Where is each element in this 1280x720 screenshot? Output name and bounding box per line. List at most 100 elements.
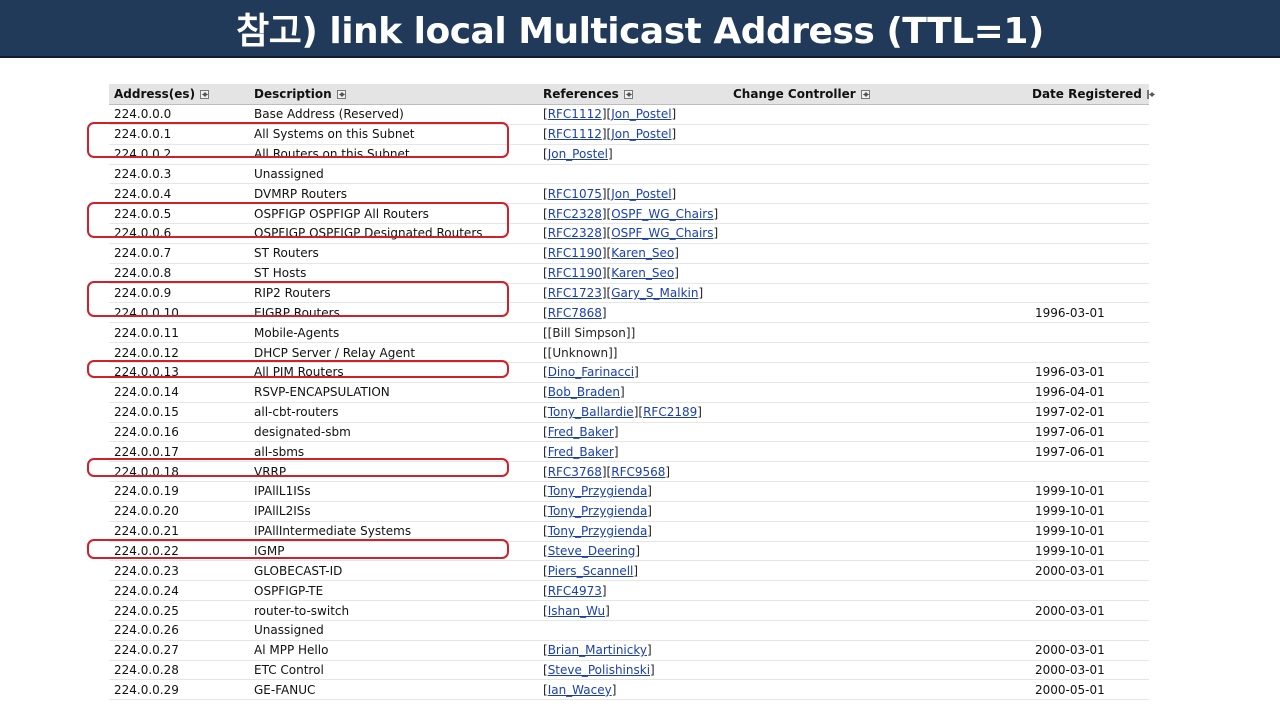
description-cell: EIGRP Routers bbox=[254, 305, 340, 320]
reference-link[interactable]: Tony_Przygienda bbox=[548, 484, 648, 498]
reference-link[interactable]: Tony_Ballardie bbox=[548, 405, 634, 419]
reference-link[interactable]: Brian_Martinicky bbox=[548, 643, 647, 657]
references-cell: [Ian_Wacey] bbox=[543, 682, 617, 697]
reference-link[interactable]: Steve_Polishinski bbox=[548, 663, 650, 677]
reference-link[interactable]: RFC1190 bbox=[548, 246, 602, 260]
table-row: 224.0.0.20 IPAllL2ISs [Tony_Przygienda] 199… bbox=[109, 502, 1149, 522]
reference-link[interactable]: OSPF_WG_Chairs bbox=[611, 226, 713, 240]
date-cell: 2000-03-01 bbox=[1035, 563, 1105, 578]
reference-link[interactable]: Tony_Przygienda bbox=[548, 504, 648, 518]
references-cell: [Dino_Farinacci] bbox=[543, 365, 639, 380]
table-header: Address(es) Description References Chang… bbox=[109, 84, 1156, 105]
sort-icon[interactable] bbox=[860, 89, 870, 99]
table-row: 224.0.0.5 OSPFIGP OSPFIGP All Routers [RFC… bbox=[109, 204, 1149, 225]
reference-link[interactable]: RFC4973 bbox=[548, 584, 602, 598]
reference-link[interactable]: RFC2189 bbox=[643, 405, 697, 419]
references-cell: [Tony_Przygienda] bbox=[543, 484, 652, 499]
references-cell: [Steve_Deering] bbox=[543, 543, 641, 558]
address-cell: 224.0.0.21 bbox=[114, 524, 179, 539]
address-cell: 224.0.0.12 bbox=[114, 345, 179, 360]
description-cell: Al MPP Hello bbox=[254, 643, 329, 658]
header-references[interactable]: References bbox=[543, 87, 733, 101]
description-cell: OSPFIGP-TE bbox=[254, 583, 324, 598]
date-cell: 1999-10-01 bbox=[1035, 484, 1105, 499]
description-cell: all-sbms bbox=[254, 444, 305, 459]
reference-link[interactable]: Karen_Seo bbox=[611, 266, 674, 280]
date-cell: 2000-05-01 bbox=[1035, 682, 1105, 697]
address-cell: 224.0.0.29 bbox=[114, 682, 179, 697]
header-address[interactable]: Address(es) bbox=[109, 87, 254, 101]
description-cell: all-cbt-routers bbox=[254, 405, 339, 420]
sort-icon[interactable] bbox=[1146, 89, 1156, 99]
description-cell: Mobile-Agents bbox=[254, 325, 340, 340]
reference-link[interactable]: Jon_Postel bbox=[611, 107, 671, 121]
sort-icon[interactable] bbox=[200, 89, 210, 99]
address-cell: 224.0.0.20 bbox=[114, 504, 179, 519]
reference-link[interactable]: RFC3768 bbox=[548, 465, 602, 479]
reference-link[interactable]: RFC1190 bbox=[548, 266, 602, 280]
reference-link[interactable]: RFC1075 bbox=[548, 187, 602, 201]
table-row: 224.0.0.12 DHCP Server / Relay Agent [[Unk… bbox=[109, 343, 1149, 363]
address-cell: 224.0.0.3 bbox=[114, 166, 172, 181]
table-row: 224.0.0.16 designated-sbm [Fred_Baker] 1997… bbox=[109, 423, 1149, 443]
date-cell: 1999-10-01 bbox=[1035, 524, 1105, 539]
references-cell: [RFC7868] bbox=[543, 305, 607, 320]
references-cell: [RFC1112][Jon_Postel] bbox=[543, 107, 677, 122]
reference-link[interactable]: RFC1112 bbox=[548, 107, 602, 121]
reference-link[interactable]: Dino_Farinacci bbox=[548, 365, 634, 379]
description-cell: IGMP bbox=[254, 543, 285, 558]
header-change-controller[interactable]: Change Controller bbox=[733, 87, 1032, 101]
references-cell: [RFC1112][Jon_Postel] bbox=[543, 127, 677, 142]
header-description[interactable]: Description bbox=[254, 87, 543, 101]
reference-link[interactable]: Bob_Braden bbox=[548, 385, 620, 399]
reference-link[interactable]: OSPF_WG_Chairs bbox=[611, 207, 713, 221]
reference-link[interactable]: Ian_Wacey bbox=[548, 683, 612, 697]
date-cell: 1996-04-01 bbox=[1035, 385, 1105, 400]
date-cell: 2000-03-01 bbox=[1035, 663, 1105, 678]
sort-icon[interactable] bbox=[623, 89, 633, 99]
table-row: 224.0.0.3 Unassigned bbox=[109, 165, 1149, 185]
description-cell: ST Routers bbox=[254, 246, 319, 261]
reference-link[interactable]: RFC1723 bbox=[548, 286, 602, 300]
reference-link[interactable]: Jon_Postel bbox=[611, 187, 671, 201]
slide-title: 참고) link local Multicast Address (TTL=1) bbox=[236, 11, 1044, 52]
reference-link[interactable]: RFC2328 bbox=[548, 226, 602, 240]
table-row: 224.0.0.8 ST Hosts [RFC1190][Karen_Seo] bbox=[109, 264, 1149, 284]
reference-link[interactable]: Gary_S_Malkin bbox=[611, 286, 698, 300]
header-date-registered[interactable]: Date Registered bbox=[1032, 87, 1156, 101]
reference-link[interactable]: Fred_Baker bbox=[548, 425, 614, 439]
reference-link[interactable]: Ishan_Wu bbox=[548, 604, 605, 618]
description-cell: Unassigned bbox=[254, 166, 324, 181]
reference-link[interactable]: Piers_Scannell bbox=[548, 564, 634, 578]
sort-icon[interactable] bbox=[336, 89, 346, 99]
description-cell: VRRP bbox=[254, 464, 287, 479]
address-cell: 224.0.0.8 bbox=[114, 266, 172, 281]
references-cell: [RFC1075][Jon_Postel] bbox=[543, 186, 677, 201]
address-cell: 224.0.0.1 bbox=[114, 127, 172, 142]
table-row: 224.0.0.13 All PIM Routers [Dino_Farinacci… bbox=[109, 363, 1149, 383]
references-cell: [Jon_Postel] bbox=[543, 147, 613, 162]
address-cell: 224.0.0.26 bbox=[114, 623, 179, 638]
reference-link[interactable]: RFC7868 bbox=[548, 306, 602, 320]
references-cell: [Bob_Braden] bbox=[543, 385, 625, 400]
reference-link[interactable]: Steve_Deering bbox=[548, 544, 636, 558]
description-cell: ST Hosts bbox=[254, 266, 307, 281]
description-cell: All PIM Routers bbox=[254, 365, 344, 380]
reference-text: Unknown bbox=[552, 345, 609, 360]
date-cell: 1997-02-01 bbox=[1035, 405, 1105, 420]
reference-link[interactable]: Fred_Baker bbox=[548, 445, 614, 459]
reference-link[interactable]: RFC2328 bbox=[548, 207, 602, 221]
date-cell: 2000-03-01 bbox=[1035, 603, 1105, 618]
references-cell: [Brian_Martinicky] bbox=[543, 643, 652, 658]
description-cell: IPAllL2ISs bbox=[254, 504, 311, 519]
reference-link[interactable]: RFC1112 bbox=[548, 127, 602, 141]
address-cell: 224.0.0.9 bbox=[114, 286, 172, 301]
reference-link[interactable]: Jon_Postel bbox=[548, 147, 608, 161]
reference-link[interactable]: Jon_Postel bbox=[611, 127, 671, 141]
table-row: 224.0.0.23 GLOBECAST-ID [Piers_Scannell] 20… bbox=[109, 561, 1149, 582]
description-cell: IPAllIntermediate Systems bbox=[254, 524, 412, 539]
reference-link[interactable]: Tony_Przygienda bbox=[548, 524, 648, 538]
description-cell: IPAllL1ISs bbox=[254, 484, 311, 499]
reference-link[interactable]: RFC9568 bbox=[611, 465, 665, 479]
reference-link[interactable]: Karen_Seo bbox=[611, 246, 674, 260]
